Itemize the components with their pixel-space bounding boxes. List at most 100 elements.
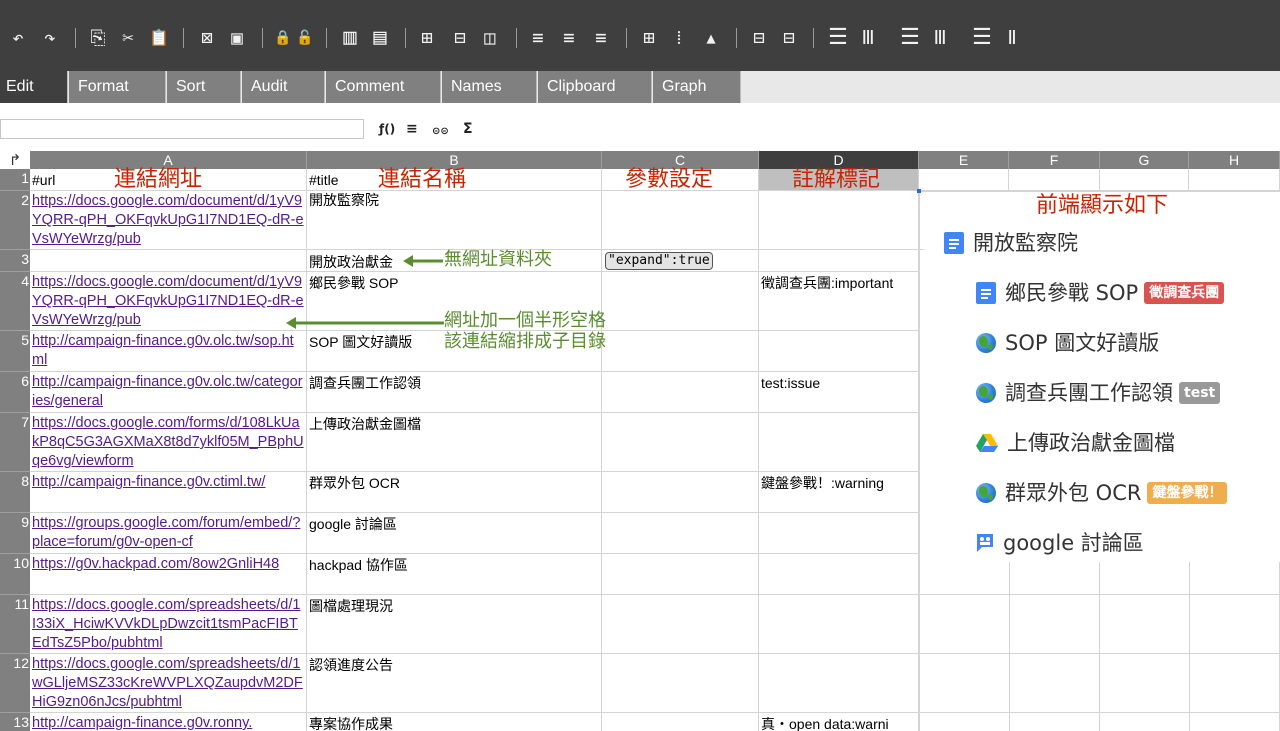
tab-audit[interactable]: Audit [242, 71, 325, 103]
cell-d12[interactable] [759, 654, 919, 713]
paste-formats-icon[interactable]: ▣ [226, 27, 248, 49]
column-header-h[interactable]: H [1189, 151, 1280, 169]
cell-d8[interactable]: 鍵盤參戰！:warning [759, 472, 919, 513]
preview-item-task-claim[interactable]: 調查兵團工作認領 test [976, 378, 1221, 408]
cell-a8[interactable]: http://campaign-finance.g0v.ctiml.tw/ [30, 472, 307, 513]
cell-d2[interactable] [759, 191, 919, 250]
row-header[interactable]: 8 [0, 472, 30, 513]
hide-gridlines-icon[interactable]: ⊟ [778, 27, 800, 49]
fill-color-icon[interactable]: ▲ [700, 27, 722, 49]
selection-handle[interactable] [917, 189, 921, 193]
cell-c2[interactable] [602, 191, 759, 250]
cell-d4[interactable]: 徵調查兵團:important [759, 272, 919, 331]
sum-icon[interactable]: Σ [463, 121, 473, 137]
row-header[interactable]: 1 [0, 169, 30, 191]
undo-icon[interactable]: ↶ [8, 27, 28, 49]
freeze-rows-icon[interactable]: ▤ [368, 27, 392, 49]
row-header[interactable]: 13 [0, 713, 30, 731]
formula-input[interactable] [0, 119, 364, 139]
cell-c4[interactable] [602, 272, 759, 331]
cell-d5[interactable] [759, 331, 919, 372]
cell-d3[interactable] [759, 250, 919, 272]
cell-f1[interactable] [1009, 169, 1100, 191]
tab-format[interactable]: Format [69, 71, 166, 103]
cell-a12[interactable]: https://docs.google.com/spreadsheets/d/1… [30, 654, 307, 713]
url-link[interactable]: https://g0v.hackpad.com/8ow2GnliH48 [32, 556, 279, 572]
merge-cells-icon[interactable]: ⊞ [416, 27, 438, 49]
cell-c6[interactable] [602, 372, 759, 413]
delete-rows-icon[interactable]: ☰ [898, 27, 922, 49]
align-left-icon[interactable]: ≡ [528, 27, 548, 49]
align-center-icon[interactable]: ≡ [558, 27, 580, 49]
column-header-f[interactable]: F [1009, 151, 1100, 169]
cell-a11[interactable]: https://docs.google.com/spreadsheets/d/1… [30, 595, 307, 654]
corner-arrow-icon[interactable]: ↱ [0, 151, 30, 169]
row-header[interactable]: 4 [0, 272, 30, 331]
insert-rows-icon[interactable]: ☰ [826, 27, 850, 49]
cell-a10[interactable]: https://g0v.hackpad.com/8ow2GnliH48 [30, 554, 307, 595]
tab-sort[interactable]: Sort [167, 71, 241, 103]
insert-column-icon[interactable]: ◫ [478, 27, 502, 49]
freeze-columns-icon[interactable]: ▥ [338, 27, 362, 49]
no-borders-icon[interactable]: ⁞ [668, 27, 690, 49]
cut-icon[interactable]: ✂ [118, 27, 138, 49]
row-header[interactable]: 7 [0, 413, 30, 472]
show-gridlines-icon[interactable]: ⊟ [748, 27, 770, 49]
cell-d13[interactable]: 真・open data:warni [759, 713, 919, 731]
cell-c7[interactable] [602, 413, 759, 472]
cell-b9[interactable]: google 討論區 [307, 513, 602, 554]
borders-icon[interactable]: ⊞ [638, 27, 660, 49]
url-link[interactable]: https://docs.google.com/document/d/1yV9Y… [32, 193, 304, 247]
delete-columns-icon[interactable]: Ⅲ [928, 27, 952, 49]
cell-a13[interactable]: http://campaign-finance.g0v.ronny. [30, 713, 307, 731]
tab-edit[interactable]: Edit [0, 71, 68, 103]
preview-item-sop[interactable]: 鄉民參戰 SOP 徵調查兵團 [976, 278, 1225, 308]
paste-icon[interactable]: 📋 [148, 27, 170, 49]
cell-h1[interactable] [1189, 169, 1280, 191]
url-link[interactable]: https://docs.google.com/spreadsheets/d/1… [32, 656, 303, 710]
cell-b6[interactable]: 調查兵團工作認領 [307, 372, 602, 413]
cell-a4[interactable]: https://docs.google.com/document/d/1yV9Y… [30, 272, 307, 331]
cell-a9[interactable]: https://groups.google.com/forum/embed/?p… [30, 513, 307, 554]
cell-d10[interactable] [759, 554, 919, 595]
multiline-icon[interactable]: ≡ [406, 121, 418, 137]
cell-d9[interactable] [759, 513, 919, 554]
tab-comment[interactable]: Comment [326, 71, 441, 103]
url-link[interactable]: https://docs.google.com/forms/d/108LkUak… [32, 415, 304, 469]
row-header[interactable]: 6 [0, 372, 30, 413]
cell-c9[interactable] [602, 513, 759, 554]
tab-graph[interactable]: Graph [653, 71, 741, 103]
cell-b10[interactable]: hackpad 協作區 [307, 554, 602, 595]
insert-columns-icon[interactable]: Ⅲ [856, 27, 880, 49]
preview-item-ocr[interactable]: 群眾外包 OCR 鍵盤參戰！ [976, 478, 1228, 508]
url-link[interactable]: http://campaign-finance.g0v.ronny. [32, 715, 252, 731]
cell-b13[interactable]: 專案協作成果 [307, 713, 602, 731]
align-right-icon[interactable]: ≡ [590, 27, 612, 49]
cell-d7[interactable] [759, 413, 919, 472]
cell-c11[interactable] [602, 595, 759, 654]
cell-b11[interactable]: 圖檔處理現況 [307, 595, 602, 654]
tab-clipboard[interactable]: Clipboard [538, 71, 652, 103]
preview-item-sop-illustrated[interactable]: SOP 圖文好讀版 [976, 328, 1159, 358]
hide-columns-icon[interactable]: Ⅱ [1000, 27, 1024, 49]
preview-item-google-forum[interactable]: google 討論區 [976, 528, 1144, 558]
url-link[interactable]: https://docs.google.com/spreadsheets/d/1… [32, 597, 300, 651]
delete-contents-icon[interactable]: ⊠ [196, 27, 218, 49]
url-link[interactable]: http://campaign-finance.g0v.ctiml.tw/ [32, 474, 265, 490]
cell-b7[interactable]: 上傳政治獻金圖檔 [307, 413, 602, 472]
row-header[interactable]: 12 [0, 654, 30, 713]
cell-b12[interactable]: 認領進度公告 [307, 654, 602, 713]
preview-item-open-control-yuan[interactable]: 開放監察院 [944, 228, 1078, 258]
url-link[interactable]: http://campaign-finance.g0v.olc.tw/sop.h… [32, 333, 294, 368]
lock-icon[interactable]: 🔒 [274, 27, 292, 49]
cell-a7[interactable]: https://docs.google.com/forms/d/108LkUak… [30, 413, 307, 472]
hide-rows-icon[interactable]: ☰ [970, 27, 994, 49]
cell-e1[interactable] [919, 169, 1009, 191]
url-link[interactable]: https://docs.google.com/document/d/1yV9Y… [32, 274, 304, 328]
column-header-e[interactable]: E [919, 151, 1009, 169]
row-header[interactable]: 5 [0, 331, 30, 372]
tab-names[interactable]: Names [442, 71, 537, 103]
preview-item-upload-images[interactable]: 上傳政治獻金圖檔 [976, 428, 1175, 458]
redo-icon[interactable]: ↷ [40, 27, 60, 49]
cell-a2[interactable]: https://docs.google.com/document/d/1yV9Y… [30, 191, 307, 250]
